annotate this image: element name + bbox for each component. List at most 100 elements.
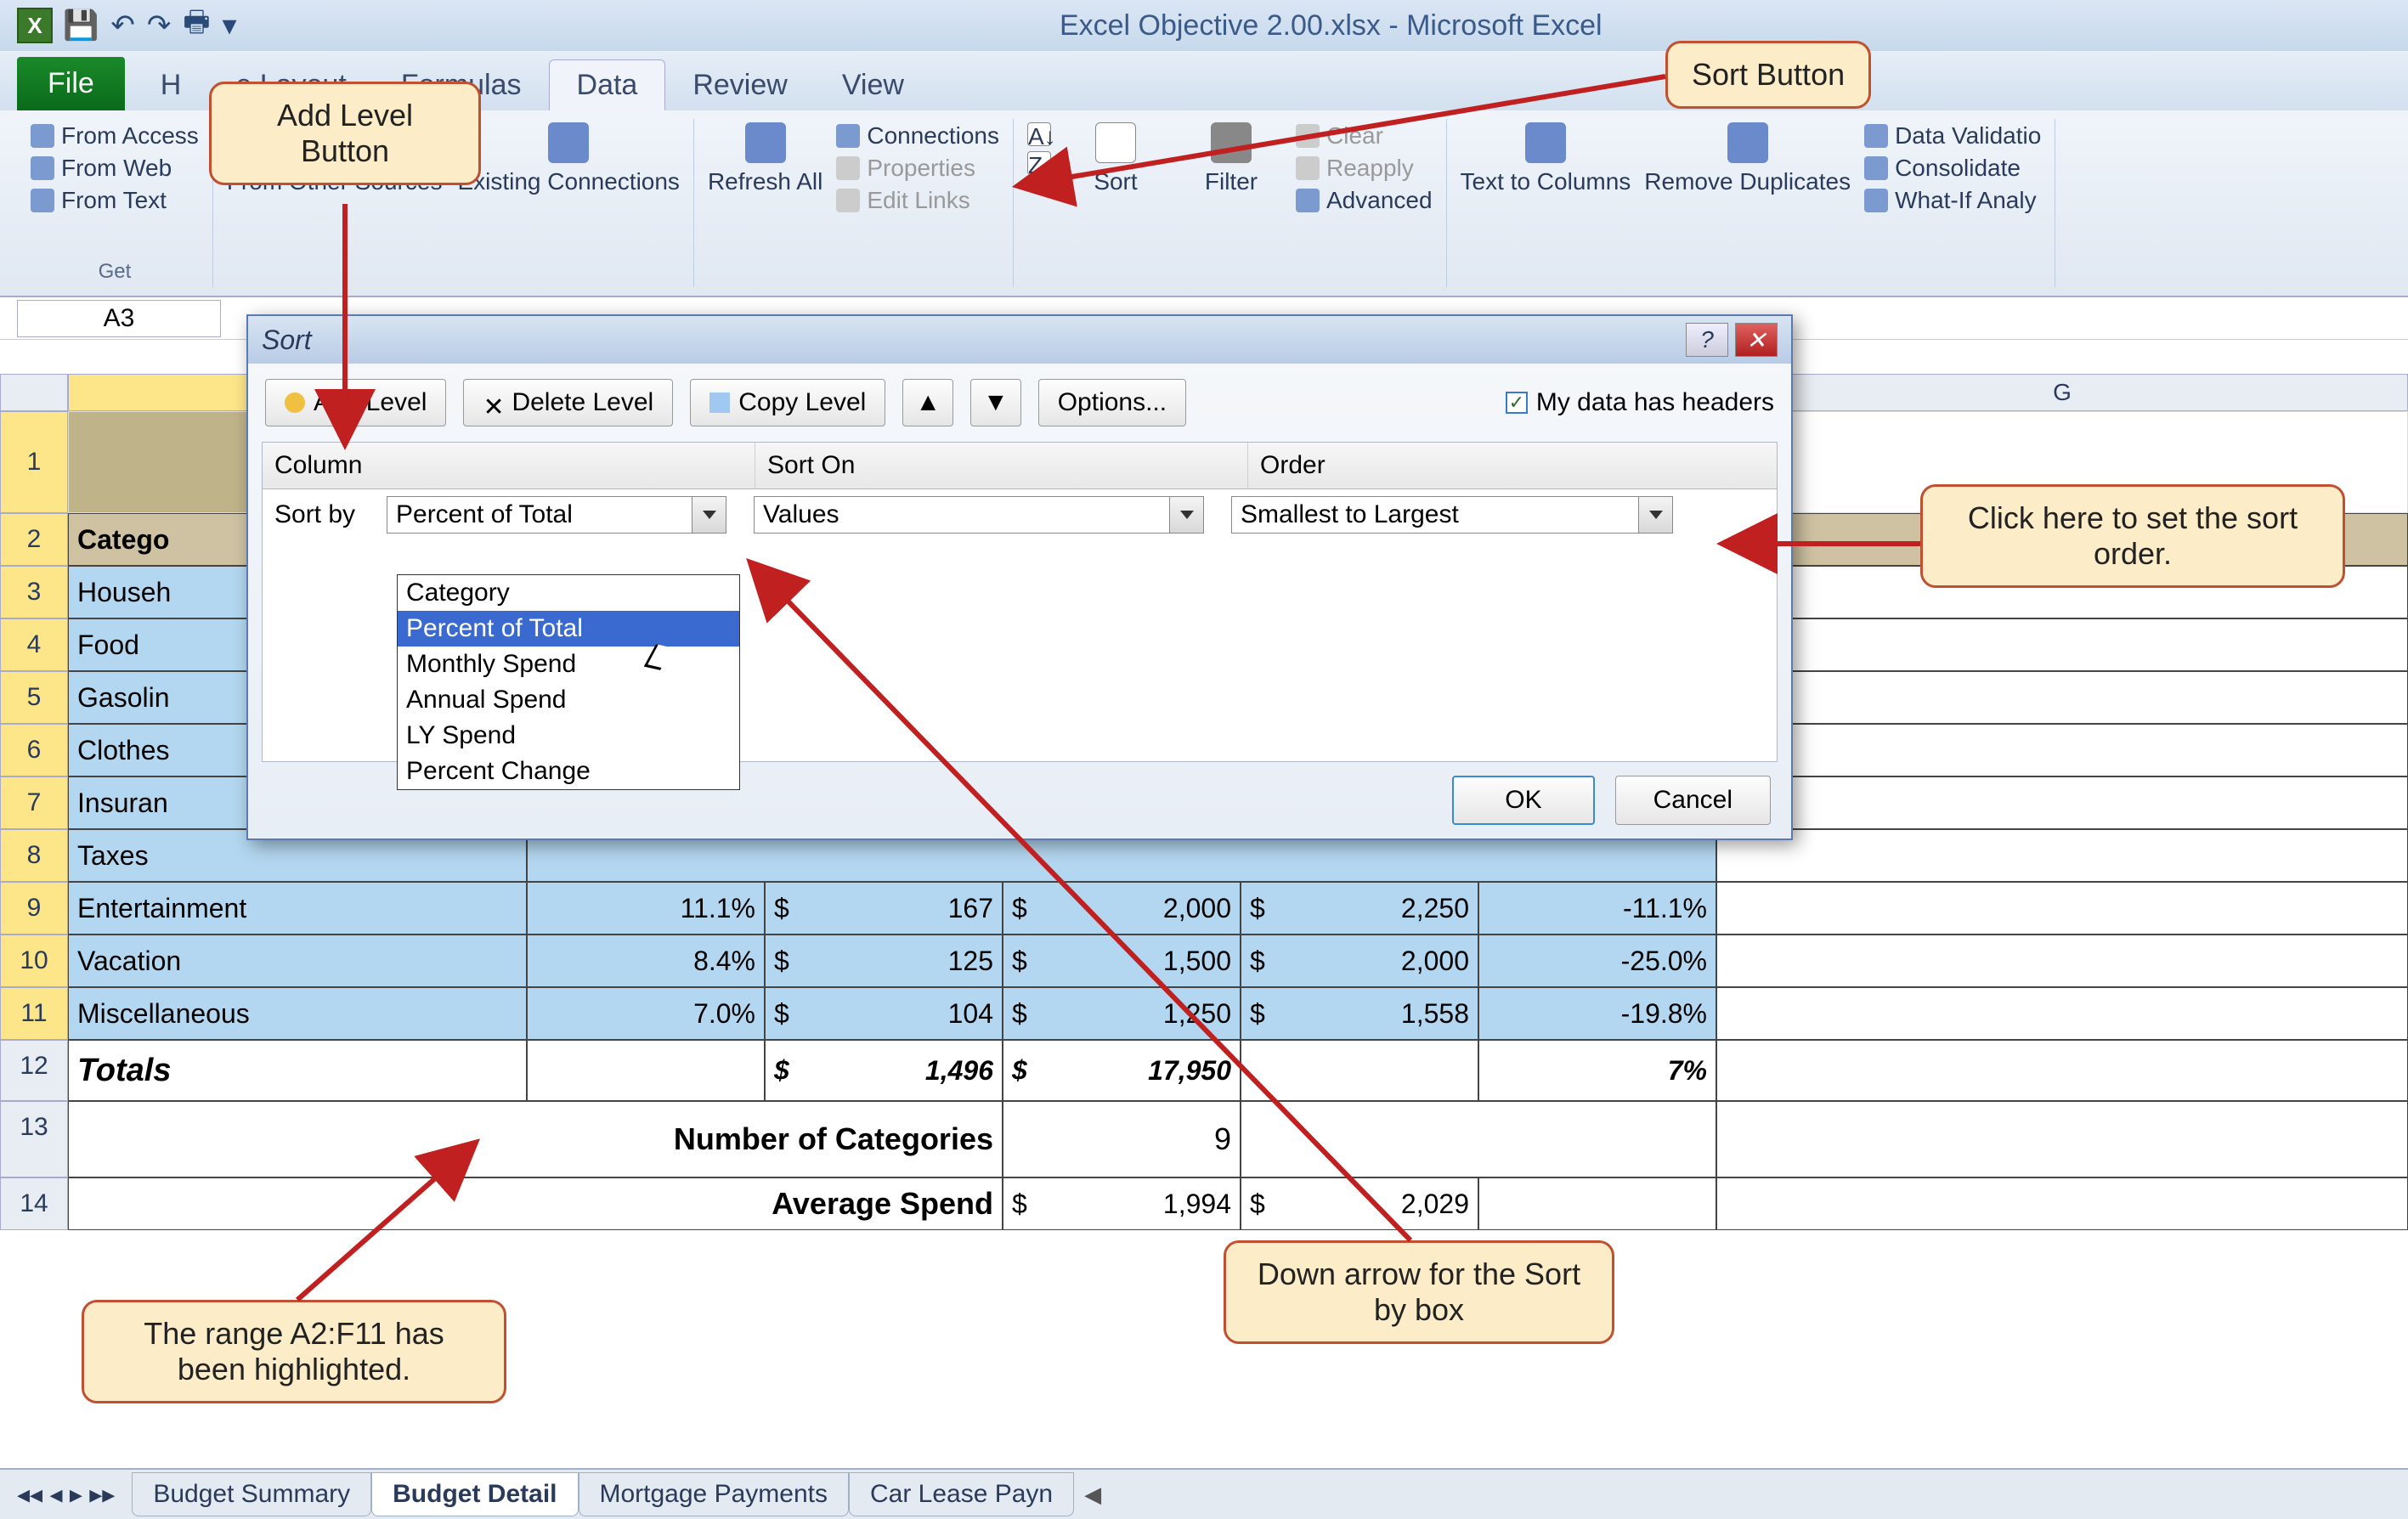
- cell-g5[interactable]: [1716, 671, 2408, 724]
- cell-d13[interactable]: 9: [1003, 1101, 1241, 1177]
- move-up-button[interactable]: ▲: [902, 379, 953, 426]
- sort-asc-button[interactable]: A↓: [1027, 122, 1051, 146]
- refresh-all-button[interactable]: Refresh All: [708, 122, 822, 195]
- cell-f11[interactable]: -19.8%: [1478, 987, 1716, 1040]
- option-percent-of-total[interactable]: Percent of Total: [398, 611, 739, 647]
- redo-icon[interactable]: ↷: [147, 8, 172, 42]
- cell-g7[interactable]: [1716, 776, 2408, 829]
- cell-e10[interactable]: $2,000: [1241, 935, 1478, 987]
- option-monthly-spend[interactable]: Monthly Spend: [398, 647, 739, 682]
- option-percent-change[interactable]: Percent Change: [398, 754, 739, 789]
- option-category[interactable]: Category: [398, 575, 739, 611]
- row-header-9[interactable]: 9: [0, 882, 68, 935]
- whatif-button[interactable]: What-If Analy: [1864, 187, 2041, 214]
- from-access-button[interactable]: From Access: [31, 122, 199, 150]
- qat-dropdown-icon[interactable]: ▾: [222, 8, 236, 42]
- row-header-12[interactable]: 12: [0, 1040, 68, 1101]
- headers-checkbox[interactable]: ✓My data has headers: [1506, 388, 1774, 417]
- cell-e11[interactable]: $1,558: [1241, 987, 1478, 1040]
- sort-by-dropdown[interactable]: Category Percent of Total Monthly Spend …: [397, 574, 740, 790]
- row-header-10[interactable]: 10: [0, 935, 68, 987]
- cell-b10[interactable]: 8.4%: [527, 935, 765, 987]
- cell-f10[interactable]: -25.0%: [1478, 935, 1716, 987]
- cell-f12[interactable]: 7%: [1478, 1040, 1716, 1101]
- cell-b11[interactable]: 7.0%: [527, 987, 765, 1040]
- sort-button[interactable]: Sort: [1065, 122, 1167, 195]
- data-validation-button[interactable]: Data Validatio: [1864, 122, 2041, 150]
- cell-g4[interactable]: [1716, 618, 2408, 671]
- order-combo[interactable]: Smallest to Largest: [1231, 496, 1673, 534]
- cell-a10[interactable]: Vacation: [68, 935, 527, 987]
- cell-d14[interactable]: $1,994: [1003, 1177, 1241, 1230]
- cell-d12[interactable]: $17,950: [1003, 1040, 1241, 1101]
- name-box[interactable]: A3: [17, 300, 221, 337]
- cell-label-13[interactable]: Number of Categories: [68, 1101, 1003, 1177]
- cell-g14[interactable]: [1716, 1177, 2408, 1230]
- cell-g13[interactable]: [1716, 1101, 2408, 1177]
- cell-b9[interactable]: 11.1%: [527, 882, 765, 935]
- row-header-14[interactable]: 14: [0, 1177, 68, 1230]
- cell-d11[interactable]: $1,250: [1003, 987, 1241, 1040]
- tab-home[interactable]: H: [133, 60, 209, 110]
- filter-button[interactable]: Filter: [1180, 122, 1282, 195]
- tab-scroll-icon[interactable]: ◀: [1084, 1482, 1101, 1508]
- cell-c10[interactable]: $125: [765, 935, 1003, 987]
- cell-g9[interactable]: [1716, 882, 2408, 935]
- save-icon[interactable]: 💾: [63, 8, 99, 42]
- cell-g6[interactable]: [1716, 724, 2408, 776]
- row-header-13[interactable]: 13: [0, 1101, 68, 1177]
- copy-level-button[interactable]: Copy Level: [690, 379, 885, 426]
- cell-b12[interactable]: [527, 1040, 765, 1101]
- cell-e9[interactable]: $2,250: [1241, 882, 1478, 935]
- cell-label-14[interactable]: Average Spend: [68, 1177, 1003, 1230]
- consolidate-button[interactable]: Consolidate: [1864, 155, 2041, 182]
- sheet-tab-mortgage[interactable]: Mortgage Payments: [579, 1472, 849, 1516]
- cell-a11[interactable]: Miscellaneous: [68, 987, 527, 1040]
- row-header-6[interactable]: 6: [0, 724, 68, 776]
- sort-desc-button[interactable]: Z↓: [1027, 151, 1051, 175]
- cell-g11[interactable]: [1716, 987, 2408, 1040]
- cell-e14[interactable]: $2,029: [1241, 1177, 1478, 1230]
- from-web-button[interactable]: From Web: [31, 155, 199, 182]
- add-level-button[interactable]: Add Level: [265, 379, 446, 426]
- ok-button[interactable]: OK: [1452, 776, 1594, 825]
- row-header-11[interactable]: 11: [0, 987, 68, 1040]
- advanced-button[interactable]: Advanced: [1296, 187, 1433, 214]
- cell-a12[interactable]: Totals: [68, 1040, 527, 1101]
- cell-e12[interactable]: [1241, 1040, 1478, 1101]
- connections-button[interactable]: Connections: [836, 122, 999, 150]
- tab-file[interactable]: File: [17, 57, 125, 110]
- row-header-1[interactable]: 1: [0, 411, 68, 513]
- sort-on-arrow-icon[interactable]: [1169, 497, 1203, 533]
- cell-c12[interactable]: $1,496: [765, 1040, 1003, 1101]
- option-ly-spend[interactable]: LY Spend: [398, 718, 739, 754]
- option-annual-spend[interactable]: Annual Spend: [398, 682, 739, 718]
- tab-review[interactable]: Review: [665, 60, 814, 110]
- sheet-tab-car-lease[interactable]: Car Lease Payn: [849, 1472, 1074, 1516]
- close-button[interactable]: ✕: [1735, 323, 1778, 357]
- row-header-5[interactable]: 5: [0, 671, 68, 724]
- cell-rest-13[interactable]: [1241, 1101, 1716, 1177]
- remove-duplicates-button[interactable]: Remove Duplicates: [1644, 122, 1851, 195]
- sheet-nav[interactable]: ◂◂ ◂ ▸ ▸▸: [17, 1480, 115, 1510]
- help-button[interactable]: ?: [1686, 323, 1728, 357]
- col-header-g[interactable]: G: [1716, 374, 2408, 411]
- row-header-7[interactable]: 7: [0, 776, 68, 829]
- move-down-button[interactable]: ▼: [970, 379, 1021, 426]
- row-header-2[interactable]: 2: [0, 513, 68, 566]
- sort-on-combo[interactable]: Values: [754, 496, 1204, 534]
- from-text-button[interactable]: From Text: [31, 187, 199, 214]
- row-header-8[interactable]: 8: [0, 829, 68, 882]
- cell-f14[interactable]: [1478, 1177, 1716, 1230]
- cell-d10[interactable]: $1,500: [1003, 935, 1241, 987]
- tab-data[interactable]: Data: [549, 59, 666, 110]
- cell-g12[interactable]: [1716, 1040, 2408, 1101]
- options-button[interactable]: Options...: [1038, 379, 1186, 426]
- sort-by-combo[interactable]: Percent of Total: [387, 496, 726, 534]
- text-to-columns-button[interactable]: Text to Columns: [1461, 122, 1631, 195]
- select-all-corner[interactable]: [0, 374, 68, 411]
- order-arrow-icon[interactable]: [1638, 497, 1672, 533]
- cancel-button[interactable]: Cancel: [1615, 776, 1771, 825]
- cell-g8[interactable]: [1716, 829, 2408, 882]
- row-header-3[interactable]: 3: [0, 566, 68, 618]
